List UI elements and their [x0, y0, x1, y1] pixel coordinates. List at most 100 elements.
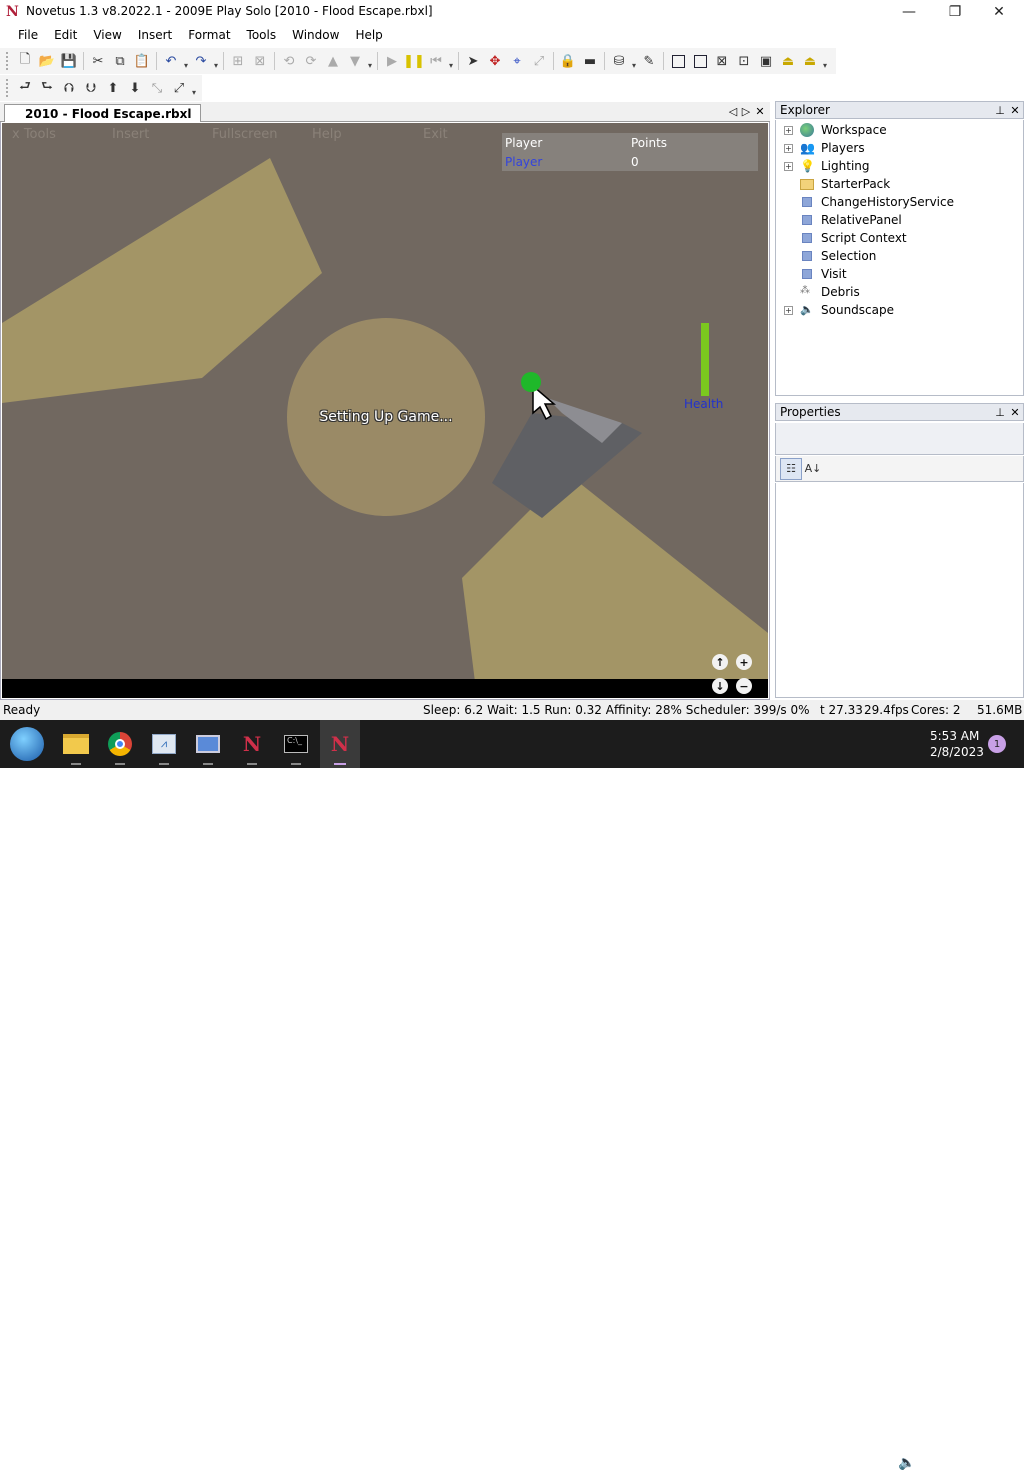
- copy-icon[interactable]: ⧉: [109, 50, 131, 72]
- game-menu-help[interactable]: Help: [312, 127, 342, 142]
- menu-edit[interactable]: Edit: [46, 28, 85, 42]
- rotate-left-icon[interactable]: ⟲: [278, 50, 300, 72]
- game-menu-exit[interactable]: Exit: [423, 127, 448, 142]
- notification-badge[interactable]: 1: [988, 735, 1006, 753]
- game-menu-fullscreen[interactable]: Fullscreen: [212, 127, 277, 142]
- tab-scroll-right-icon[interactable]: ▷: [739, 103, 753, 119]
- file-explorer-icon[interactable]: [60, 728, 92, 765]
- menu-window[interactable]: Window: [284, 28, 347, 42]
- move-down-icon[interactable]: ▼: [344, 50, 366, 72]
- surface-weld-icon[interactable]: ⊠: [711, 50, 733, 72]
- properties-close-icon[interactable]: ✕: [1008, 405, 1022, 419]
- menu-file[interactable]: File: [10, 28, 46, 42]
- reset-icon[interactable]: ⏮: [425, 50, 447, 72]
- redo-dropdown-icon[interactable]: ▾: [212, 50, 220, 72]
- taskbar-time[interactable]: 5:53 AM: [930, 729, 979, 743]
- new-file-icon[interactable]: 🗋: [14, 50, 36, 72]
- explorer-pin-icon[interactable]: ⊥: [993, 103, 1007, 117]
- surface-inlet-icon[interactable]: ▣: [755, 50, 777, 72]
- select-tool-icon[interactable]: ➤: [462, 50, 484, 72]
- surface-glue-icon[interactable]: [689, 50, 711, 72]
- redo-icon[interactable]: ↷: [190, 50, 212, 72]
- collapse-icon[interactable]: ⤡: [146, 77, 168, 99]
- volume-icon[interactable]: 🔈: [898, 1455, 915, 1471]
- close-button[interactable]: ✕: [976, 0, 1022, 24]
- arrow-up-solid-icon[interactable]: ⬆: [102, 77, 124, 99]
- menu-insert[interactable]: Insert: [130, 28, 180, 42]
- menu-tools[interactable]: Tools: [239, 28, 285, 42]
- sort-alphabetical-icon[interactable]: A↓: [802, 458, 824, 480]
- game-menu-tools[interactable]: x Tools: [12, 127, 56, 142]
- move-up-icon[interactable]: ▲: [322, 50, 344, 72]
- anchor-icon[interactable]: ▬: [579, 50, 601, 72]
- move-dropdown-icon[interactable]: ▾: [366, 50, 374, 72]
- arrow-right-icon[interactable]: ⮑: [36, 77, 58, 99]
- network-icon[interactable]: ▭: [873, 1455, 886, 1471]
- tray-overflow-icon[interactable]: ▲: [848, 1458, 856, 1469]
- camera-dropdown-icon[interactable]: ▾: [190, 77, 198, 99]
- minimize-button[interactable]: —: [886, 0, 932, 24]
- toolbar-grip[interactable]: [6, 79, 10, 97]
- pause-icon[interactable]: ❚❚: [403, 50, 425, 72]
- explorer-close-icon[interactable]: ✕: [1008, 103, 1022, 117]
- rotate-tool-icon[interactable]: ⤢: [528, 50, 550, 72]
- sort-categorized-icon[interactable]: ☷: [780, 457, 802, 480]
- tab-scroll-left-icon[interactable]: ◁: [726, 103, 740, 119]
- paint-bucket-icon[interactable]: ⛁: [608, 50, 630, 72]
- tab-close-icon[interactable]: ✕: [753, 103, 767, 119]
- status-fps: 29.4fps: [864, 703, 909, 717]
- novetus-launcher-icon[interactable]: N: [236, 728, 268, 765]
- undo-icon[interactable]: ↶: [160, 50, 182, 72]
- cut-icon[interactable]: ✂: [87, 50, 109, 72]
- surface-studs-icon[interactable]: ⊡: [733, 50, 755, 72]
- properties-pin-icon[interactable]: ⊥: [993, 405, 1007, 419]
- chrome-icon[interactable]: [104, 728, 136, 765]
- camera-tilt-down-icon[interactable]: ↓: [712, 678, 728, 694]
- arrow-left-icon[interactable]: ⮐: [14, 77, 36, 99]
- arrow-up-icon[interactable]: ⮉: [58, 77, 80, 99]
- surface-motor-icon[interactable]: ⏏: [799, 50, 821, 72]
- arrow-down-solid-icon[interactable]: ⬇: [124, 77, 146, 99]
- move-tool-icon[interactable]: ✥: [484, 50, 506, 72]
- command-prompt-icon[interactable]: C:\_: [280, 728, 312, 765]
- paint-dropdown-icon[interactable]: ▾: [630, 50, 638, 72]
- novetus-studio-icon[interactable]: N: [320, 720, 360, 768]
- game-viewport[interactable]: x Tools Insert Fullscreen Help Exit Play…: [2, 123, 768, 698]
- save-icon[interactable]: 💾: [58, 50, 80, 72]
- expand-icon[interactable]: +: [784, 125, 793, 135]
- remote-desktop-icon[interactable]: [192, 728, 224, 765]
- undo-dropdown-icon[interactable]: ▾: [182, 50, 190, 72]
- menu-view[interactable]: View: [85, 28, 129, 42]
- menu-help[interactable]: Help: [347, 28, 390, 42]
- group-icon[interactable]: ⊞: [227, 50, 249, 72]
- expand-icon[interactable]: +: [784, 161, 793, 171]
- resize-tool-icon[interactable]: ⌖: [506, 50, 528, 72]
- tab-flood-escape[interactable]: 2010 - Flood Escape.rbxl: [4, 104, 201, 122]
- paste-icon[interactable]: 📋: [131, 50, 153, 72]
- open-folder-icon[interactable]: 📂: [36, 50, 58, 72]
- leaderboard: Player Points Player 0: [502, 133, 758, 171]
- maximize-button[interactable]: ❐: [932, 0, 978, 24]
- start-button-icon[interactable]: [10, 727, 44, 761]
- game-menu-insert[interactable]: Insert: [112, 127, 149, 142]
- expand-icon[interactable]: +: [784, 305, 793, 315]
- surface-dropdown-icon[interactable]: ▾: [821, 50, 829, 72]
- camera-zoom-out-icon[interactable]: −: [736, 678, 752, 694]
- toolbar-grip[interactable]: [6, 52, 10, 70]
- surface-hinge-icon[interactable]: ⏏: [777, 50, 799, 72]
- expand-icon[interactable]: +: [784, 143, 793, 153]
- menu-format[interactable]: Format: [180, 28, 238, 42]
- camera-tilt-up-icon[interactable]: ↑: [712, 654, 728, 670]
- play-icon[interactable]: ▶: [381, 50, 403, 72]
- taskbar-date[interactable]: 2/8/2023: [930, 745, 984, 759]
- surface-smooth-icon[interactable]: [667, 50, 689, 72]
- camera-zoom-in-icon[interactable]: +: [736, 654, 752, 670]
- rotate-right-icon[interactable]: ⟳: [300, 50, 322, 72]
- lock-icon[interactable]: 🔒: [557, 50, 579, 72]
- run-dropdown-icon[interactable]: ▾: [447, 50, 455, 72]
- resource-monitor-icon[interactable]: ⩘: [148, 728, 180, 765]
- ungroup-icon[interactable]: ⊠: [249, 50, 271, 72]
- arrow-down-icon[interactable]: ⮋: [80, 77, 102, 99]
- expand-icon[interactable]: ⤢: [168, 77, 190, 99]
- dropper-icon[interactable]: ✎: [638, 50, 660, 72]
